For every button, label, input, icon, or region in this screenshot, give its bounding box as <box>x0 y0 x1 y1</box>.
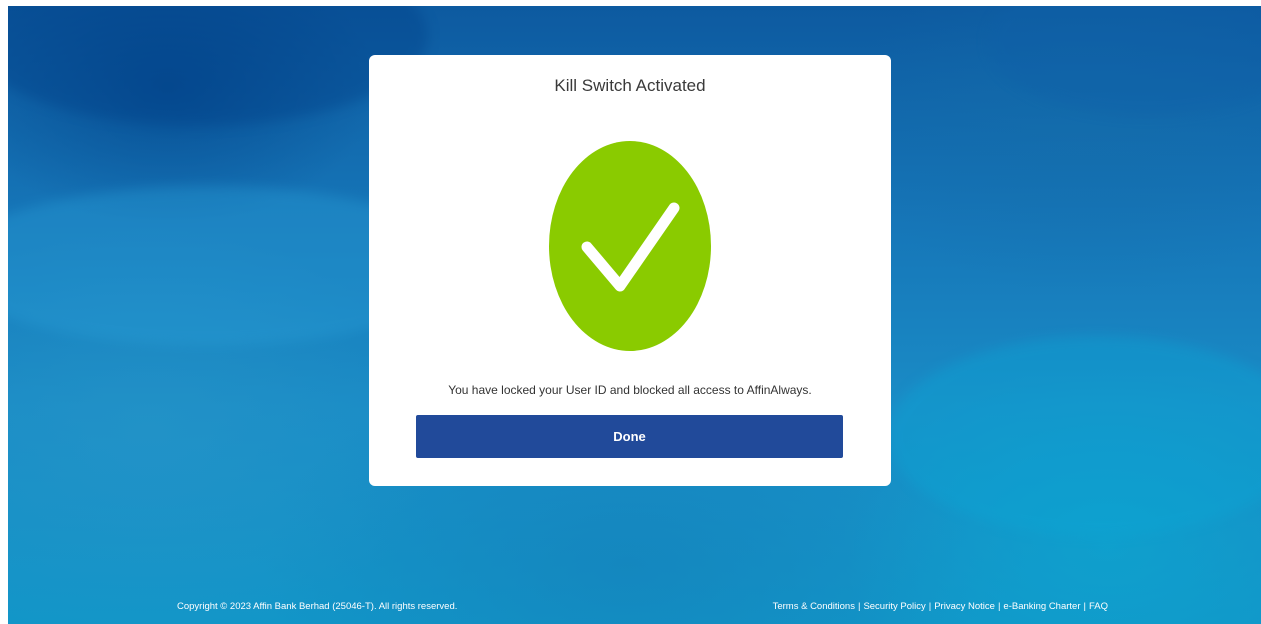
footer-links: Terms & Conditions | Security Policy | Priva… <box>773 601 1108 612</box>
background-wave <box>888 336 1261 536</box>
background-wave <box>8 6 428 126</box>
dialog-title: Kill Switch Activated <box>554 76 706 95</box>
dialog-message: You have locked your User ID and blocked… <box>448 383 812 397</box>
faq-link[interactable]: FAQ <box>1089 601 1108 612</box>
e-banking-charter-link[interactable]: e-Banking Charter <box>1003 601 1080 612</box>
footer-separator: | <box>997 601 1001 612</box>
terms-link[interactable]: Terms & Conditions <box>773 601 855 612</box>
footer-separator: | <box>928 601 932 612</box>
footer-separator: | <box>857 601 861 612</box>
background-wave <box>988 6 1261 116</box>
copyright-text: Copyright © 2023 Affin Bank Berhad (2504… <box>177 601 458 612</box>
security-policy-link[interactable]: Security Policy <box>863 601 925 612</box>
done-button[interactable]: Done <box>416 415 843 458</box>
privacy-notice-link[interactable]: Privacy Notice <box>934 601 995 612</box>
footer-separator: | <box>1083 601 1086 612</box>
check-circle-icon <box>549 141 711 351</box>
kill-switch-dialog: Kill Switch Activated You have locked yo… <box>369 55 891 486</box>
